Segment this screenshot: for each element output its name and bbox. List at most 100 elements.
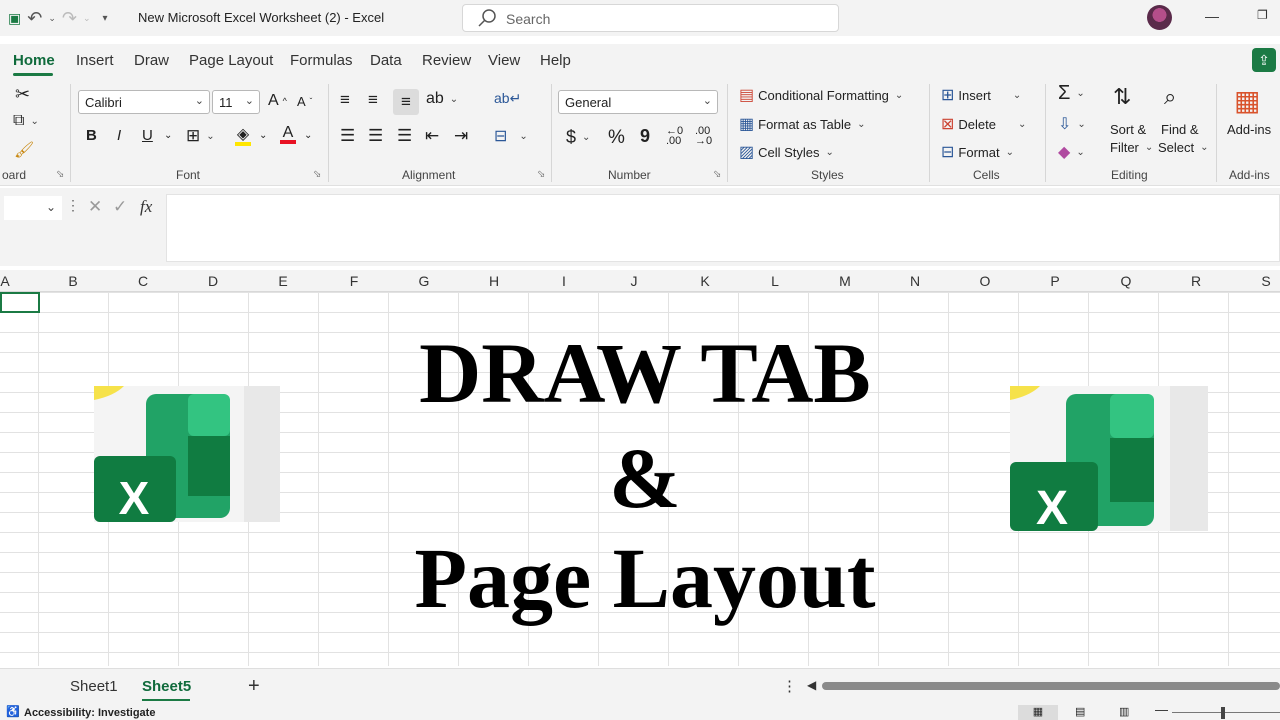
fill-icon[interactable]: ⇩ ⌄ — [1058, 114, 1086, 134]
tab-help[interactable]: Help — [540, 52, 571, 69]
column-header[interactable]: F — [319, 273, 389, 289]
avatar[interactable] — [1147, 5, 1172, 30]
conditional-formatting-button[interactable]: ▤ Conditional Formatting ⌄ — [739, 85, 903, 105]
column-header[interactable]: A — [0, 273, 40, 289]
column-header[interactable]: R — [1161, 273, 1231, 289]
wrap-text-icon[interactable]: ab↵ — [494, 90, 521, 107]
tab-review[interactable]: Review — [422, 52, 471, 69]
column-header[interactable]: J — [599, 273, 669, 289]
more-options-icon[interactable]: ⋮ — [66, 197, 80, 214]
bottom-align-icon[interactable]: ≡ — [393, 89, 419, 115]
tab-insert[interactable]: Insert — [76, 52, 114, 69]
tab-draw[interactable]: Draw — [134, 52, 169, 69]
accessibility-status[interactable]: Accessibility: Investigate — [24, 707, 155, 719]
restore-icon[interactable]: ❐ — [1257, 8, 1268, 22]
zoom-slider[interactable] — [1172, 712, 1280, 713]
format-cells-button[interactable]: ⊟ Format ⌄ — [941, 142, 1014, 162]
chevron-down-icon[interactable]: ⌄ — [164, 130, 172, 141]
column-header[interactable]: K — [670, 273, 740, 289]
column-header[interactable]: P — [1020, 273, 1090, 289]
undo-icon[interactable]: ↶ — [27, 8, 42, 29]
accessibility-icon[interactable]: ♿ — [6, 705, 20, 718]
percent-button[interactable]: % — [608, 127, 625, 149]
format-painter-icon[interactable]: 🖌 — [14, 140, 34, 160]
underline-button[interactable]: U — [142, 127, 153, 144]
comma-style-button[interactable]: 9 — [640, 126, 650, 147]
column-header[interactable]: N — [880, 273, 950, 289]
tab-formulas[interactable]: Formulas — [290, 52, 353, 69]
dialog-launcher-icon[interactable]: ⬂ — [313, 169, 321, 180]
delete-cells-button[interactable]: ⊠ Delete ⌄ — [941, 114, 1026, 134]
decrease-font-size-icon[interactable]: Aˇ — [297, 94, 312, 109]
page-break-view-icon[interactable]: ▥ — [1119, 705, 1129, 718]
excel-logo-image[interactable]: X — [94, 386, 280, 522]
copy-icon[interactable]: ⧉ ⌄ — [13, 112, 39, 130]
decrease-indent-icon[interactable]: ⇤ — [425, 126, 439, 146]
excel-logo-image[interactable]: X — [1010, 386, 1208, 531]
number-format-dropdown[interactable]: General ⌄ — [558, 90, 718, 114]
align-right-icon[interactable]: ☰ — [397, 126, 412, 146]
column-header[interactable]: B — [38, 273, 108, 289]
horizontal-scrollbar[interactable] — [822, 682, 1280, 690]
increase-font-size-icon[interactable]: A ^ — [268, 92, 287, 110]
enter-icon[interactable]: ✓ — [113, 197, 127, 217]
sort-filter-label-1[interactable]: Sort & — [1110, 122, 1146, 137]
column-header[interactable]: Q — [1091, 273, 1161, 289]
insert-cells-button[interactable]: ⊞ Insert ⌄ — [941, 85, 1021, 105]
tab-page-layout[interactable]: Page Layout — [189, 52, 273, 69]
column-header[interactable]: G — [389, 273, 459, 289]
column-header[interactable]: L — [740, 273, 810, 289]
scroll-left-icon[interactable]: ◀ — [807, 678, 816, 692]
font-name-dropdown[interactable]: Calibri ⌄ — [78, 90, 210, 114]
redo-icon[interactable]: ↷ — [62, 8, 77, 29]
merge-center-icon[interactable]: ⊟ ⌄ — [494, 126, 528, 146]
font-size-dropdown[interactable]: 11 ⌄ — [212, 90, 260, 114]
formula-input[interactable] — [166, 194, 1280, 262]
name-box[interactable]: ⌄ — [4, 196, 62, 220]
column-header[interactable]: I — [529, 273, 599, 289]
dialog-launcher-icon[interactable]: ⬂ — [537, 169, 545, 180]
tab-data[interactable]: Data — [370, 52, 402, 69]
increase-indent-icon[interactable]: ⇥ — [454, 126, 468, 146]
more-options-icon[interactable]: ⋮ — [782, 677, 797, 695]
search-box[interactable]: Search — [462, 4, 839, 32]
column-header[interactable]: O — [950, 273, 1020, 289]
cell-styles-button[interactable]: ▨ Cell Styles ⌄ — [739, 142, 834, 162]
dialog-launcher-icon[interactable]: ⬂ — [56, 169, 64, 180]
minimize-icon[interactable]: — — [1205, 8, 1219, 24]
fill-color-icon[interactable]: ◈ — [235, 124, 251, 146]
sheet-tab-sheet5[interactable]: Sheet5 — [142, 678, 191, 695]
column-header[interactable]: D — [178, 273, 248, 289]
add-sheet-button[interactable]: + — [248, 675, 260, 698]
autosum-icon[interactable]: Σ ⌄ — [1058, 82, 1085, 105]
share-icon[interactable]: ⇪ — [1252, 48, 1276, 72]
cut-icon[interactable]: ✂ — [15, 84, 30, 105]
chevron-down-icon[interactable]: ⌄ — [304, 130, 312, 141]
column-header[interactable]: M — [810, 273, 880, 289]
find-select-icon[interactable]: ⌕ — [1164, 84, 1176, 110]
borders-icon[interactable]: ⊞ ⌄ — [186, 126, 215, 146]
dialog-launcher-icon[interactable]: ⬂ — [713, 169, 721, 180]
sheet-tab-sheet1[interactable]: Sheet1 — [70, 678, 118, 695]
active-cell[interactable] — [0, 292, 40, 313]
align-center-icon[interactable]: ☰ — [368, 126, 383, 146]
zoom-out-icon[interactable]: — — [1155, 702, 1168, 717]
column-header[interactable]: S — [1231, 273, 1280, 289]
cancel-icon[interactable]: ✕ — [88, 197, 102, 217]
clear-icon[interactable]: ◆ ⌄ — [1058, 142, 1085, 162]
column-header[interactable]: C — [108, 273, 178, 289]
orientation-icon[interactable]: ab ⌄ — [426, 90, 458, 108]
tab-home[interactable]: Home — [13, 52, 55, 69]
format-as-table-button[interactable]: ▦ Format as Table ⌄ — [739, 114, 865, 134]
tab-view[interactable]: View — [488, 52, 520, 69]
decrease-decimal-icon[interactable]: .00 →0 — [695, 126, 712, 147]
italic-button[interactable]: I — [117, 127, 121, 144]
chevron-down-icon[interactable]: ⌄ — [259, 130, 267, 141]
align-left-icon[interactable]: ☰ — [340, 126, 355, 146]
find-select-label-2[interactable]: Select ⌄ — [1158, 140, 1209, 155]
chevron-down-icon[interactable]: ⌄ — [83, 13, 91, 24]
currency-button[interactable]: $ ⌄ — [566, 127, 590, 148]
column-header[interactable]: H — [459, 273, 529, 289]
bold-button[interactable]: B — [86, 127, 97, 144]
chevron-down-icon[interactable]: ⌄ — [48, 13, 56, 24]
